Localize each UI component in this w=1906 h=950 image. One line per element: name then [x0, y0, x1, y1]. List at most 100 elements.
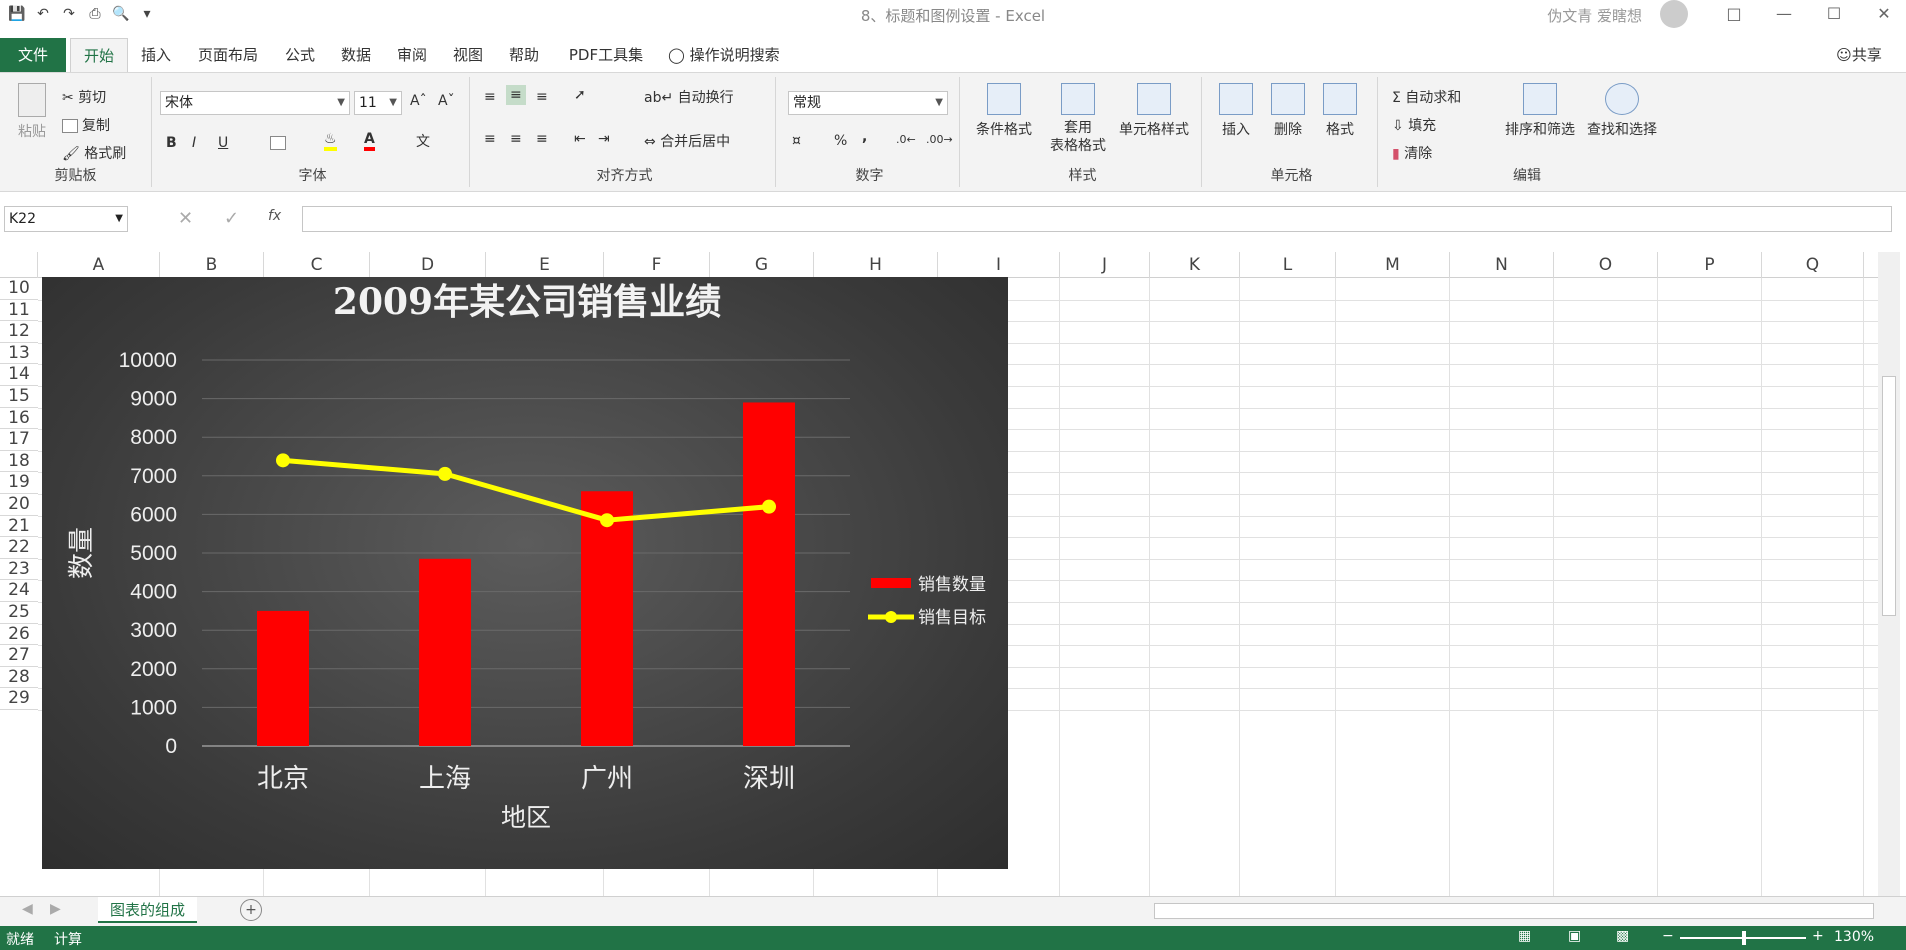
wrap-text-button[interactable]: ab↵ 自动换行: [644, 87, 734, 107]
zoom-out-icon[interactable]: −: [1662, 928, 1674, 944]
column-header-B[interactable]: B: [160, 252, 264, 278]
row-header-25[interactable]: 25: [0, 602, 38, 624]
next-sheet-icon[interactable]: ▶: [50, 901, 61, 917]
chart-area[interactable]: 2009年某公司销售业绩 0 1000 2000 3000 4000 5000 6000 700…: [42, 277, 1008, 869]
minimize-icon[interactable]: —: [1762, 2, 1806, 26]
sheet-tab[interactable]: 图表的组成: [98, 897, 198, 923]
prev-sheet-icon[interactable]: ◀: [22, 901, 33, 917]
tab-pdf-tools[interactable]: PDF工具集: [560, 38, 652, 72]
row-header-28[interactable]: 28: [0, 666, 38, 689]
row-header-24[interactable]: 24: [0, 580, 38, 602]
font-name-select[interactable]: 宋体 ▼: [160, 91, 350, 115]
border-button[interactable]: [270, 135, 290, 151]
column-header-G[interactable]: G: [710, 252, 814, 278]
row-header-18[interactable]: 18: [0, 450, 38, 473]
row-header-17[interactable]: 17: [0, 429, 38, 451]
column-header-E[interactable]: E: [486, 252, 604, 278]
close-icon[interactable]: ✕: [1862, 2, 1906, 26]
cut-button[interactable]: ✂ 剪切: [62, 87, 106, 107]
decrease-indent-icon[interactable]: ⇤: [574, 131, 586, 147]
share-button[interactable]: ☺共享: [1824, 38, 1894, 72]
row-header-19[interactable]: 19: [0, 472, 38, 494]
normal-view-icon[interactable]: ▦: [1518, 928, 1531, 944]
tab-view[interactable]: 视图: [446, 38, 490, 72]
column-header-F[interactable]: F: [604, 252, 710, 278]
format-cells-button[interactable]: 格式: [1316, 83, 1364, 139]
column-header-H[interactable]: H: [814, 252, 938, 278]
cancel-icon[interactable]: ✕: [178, 208, 193, 229]
horizontal-scrollbar[interactable]: [1154, 903, 1874, 919]
enter-icon[interactable]: ✓: [224, 208, 239, 229]
page-break-icon[interactable]: ▩: [1616, 928, 1629, 944]
select-all-corner[interactable]: [0, 252, 38, 278]
align-right-icon[interactable]: ≡: [536, 131, 548, 147]
page-layout-icon[interactable]: ▣: [1568, 928, 1581, 944]
row-header-20[interactable]: 20: [0, 494, 38, 516]
phonetic-button[interactable]: 文: [416, 131, 430, 151]
align-left-icon[interactable]: ≡: [484, 131, 496, 147]
cell-styles-button[interactable]: 单元格样式: [1112, 83, 1196, 139]
increase-decimal-icon[interactable]: .0←: [896, 133, 916, 146]
tab-file[interactable]: 文件: [0, 38, 66, 72]
sort-filter-button[interactable]: 排序和筛选: [1502, 83, 1578, 139]
row-header-10[interactable]: 10: [0, 278, 38, 300]
align-bottom-icon[interactable]: ≡: [536, 89, 548, 105]
row-header-15[interactable]: 15: [0, 386, 38, 408]
vertical-scrollbar[interactable]: [1878, 252, 1900, 896]
zoom-in-icon[interactable]: +: [1812, 928, 1824, 944]
column-header-M[interactable]: M: [1336, 252, 1450, 278]
maximize-icon[interactable]: ☐: [1812, 2, 1856, 26]
underline-button[interactable]: U: [218, 135, 228, 151]
number-format-select[interactable]: 常规 ▼: [788, 91, 948, 115]
tell-me-search[interactable]: ◯ 操作说明搜索: [668, 38, 808, 72]
row-header-23[interactable]: 23: [0, 558, 38, 581]
formula-input[interactable]: [302, 206, 1892, 232]
comma-button[interactable]: ,: [862, 129, 867, 145]
fill-button[interactable]: ⇩ 填充: [1392, 115, 1436, 135]
tab-page-layout[interactable]: 页面布局: [190, 38, 266, 72]
column-header-O[interactable]: O: [1554, 252, 1658, 278]
name-box[interactable]: K22 ▼: [4, 206, 128, 232]
tab-help[interactable]: 帮助: [502, 38, 546, 72]
row-header-29[interactable]: 29: [0, 688, 38, 710]
merge-center-button[interactable]: ⇔ 合并后居中: [644, 131, 730, 151]
scroll-thumb[interactable]: [1882, 376, 1896, 616]
row-header-22[interactable]: 22: [0, 537, 38, 559]
column-header-C[interactable]: C: [264, 252, 370, 278]
zoom-slider-thumb[interactable]: [1742, 931, 1746, 945]
column-header-D[interactable]: D: [370, 252, 486, 278]
row-header-11[interactable]: 11: [0, 299, 38, 322]
autosum-button[interactable]: Σ 自动求和: [1392, 87, 1461, 107]
align-center-icon[interactable]: ≡: [510, 131, 522, 147]
percent-button[interactable]: %: [834, 133, 847, 149]
insert-function-button[interactable]: fx: [268, 208, 281, 224]
fill-color-button[interactable]: ♨: [324, 131, 337, 151]
currency-icon[interactable]: ¤: [792, 133, 801, 149]
row-header-16[interactable]: 16: [0, 407, 38, 430]
tab-home[interactable]: 开始: [70, 38, 128, 72]
user-name[interactable]: 伪文青 爱瞎想: [1547, 5, 1642, 26]
format-as-table-button[interactable]: 套用 表格格式: [1038, 83, 1118, 155]
tab-data[interactable]: 数据: [334, 38, 378, 72]
decrease-decimal-icon[interactable]: .00→: [926, 133, 953, 146]
column-header-L[interactable]: L: [1240, 252, 1336, 278]
insert-cells-button[interactable]: 插入: [1212, 83, 1260, 139]
row-header-21[interactable]: 21: [0, 515, 38, 538]
orientation-icon[interactable]: ➚: [574, 87, 586, 103]
font-color-button[interactable]: A: [364, 131, 375, 151]
avatar[interactable]: [1660, 0, 1688, 28]
bold-button[interactable]: B: [166, 135, 177, 151]
row-header-13[interactable]: 13: [0, 342, 38, 365]
align-middle-icon[interactable]: ≡: [506, 85, 526, 105]
row-header-14[interactable]: 14: [0, 364, 38, 386]
shrink-font-button[interactable]: Aˇ: [438, 93, 455, 109]
column-header-J[interactable]: J: [1060, 252, 1150, 278]
find-select-button[interactable]: 查找和选择: [1582, 83, 1662, 139]
ribbon-display-icon[interactable]: □: [1712, 2, 1756, 26]
format-painter-button[interactable]: 🖌 格式刷: [62, 143, 126, 163]
add-sheet-icon[interactable]: +: [240, 899, 262, 921]
column-header-Q[interactable]: Q: [1762, 252, 1864, 278]
copy-button[interactable]: 复制: [62, 115, 110, 135]
font-size-select[interactable]: 11 ▼: [354, 91, 402, 115]
paste-button[interactable]: 粘贴: [14, 83, 50, 141]
